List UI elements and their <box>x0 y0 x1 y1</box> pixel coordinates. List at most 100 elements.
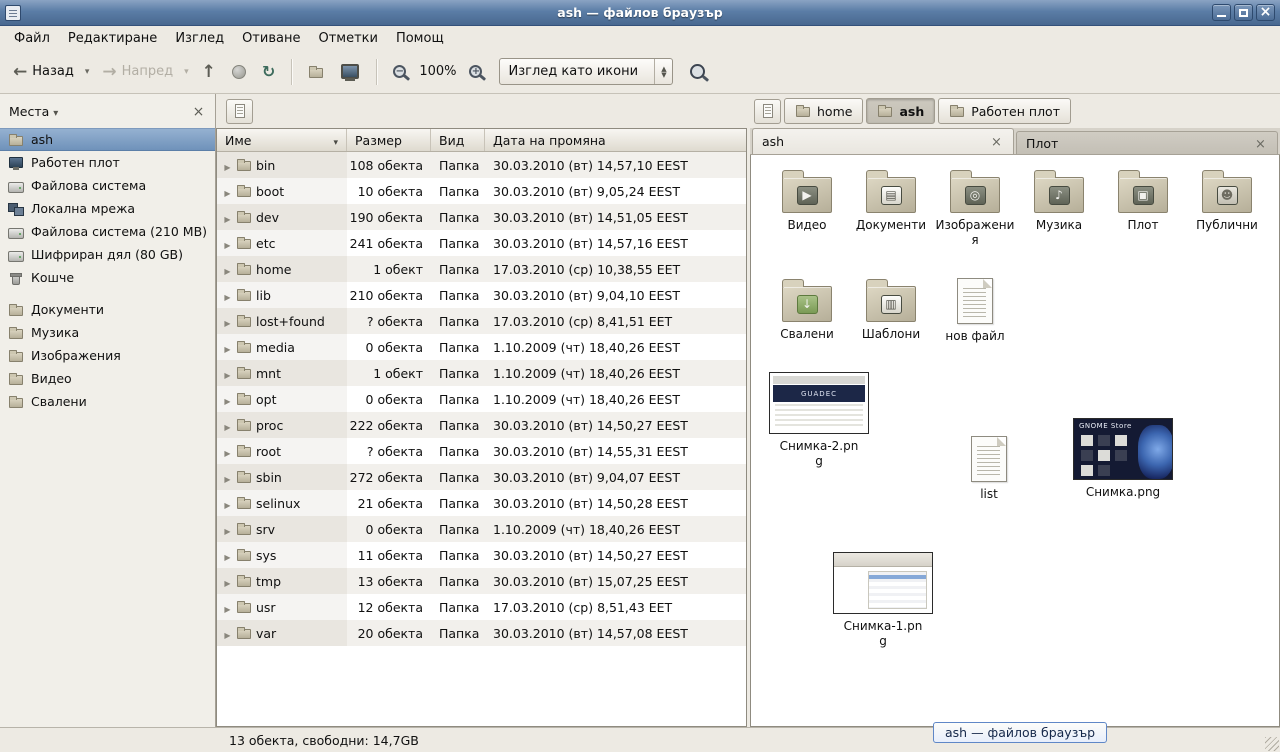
icon-view-item[interactable]: Шаблони <box>849 276 933 342</box>
sidebar-item[interactable]: Музика <box>0 321 215 344</box>
expander-icon[interactable] <box>223 392 232 407</box>
sidebar-item[interactable]: Файлова система <box>0 174 215 197</box>
table-row[interactable]: usr 12 обекта Папка 17.03.2010 (ср) 8,51… <box>217 594 746 620</box>
titlebar[interactable]: ash — файлов браузър <box>0 0 1280 26</box>
icon-view-item[interactable]: GUADEC Снимка-2.png <box>765 372 873 469</box>
icon-view-item[interactable]: Свалени <box>765 276 849 342</box>
table-row[interactable]: proc 222 обекта Папка 30.03.2010 (вт) 14… <box>217 412 746 438</box>
zoom-out-button[interactable]: − <box>386 60 413 83</box>
icon-view-item[interactable]: Музика <box>1017 167 1101 233</box>
view-mode-combobox[interactable]: Изглед като икони <box>499 58 673 85</box>
path-root-button[interactable] <box>754 99 781 124</box>
sidebar-item[interactable]: Файлова система (210 MB) <box>0 220 215 243</box>
column-header[interactable]: Име <box>217 129 347 151</box>
menu-item[interactable]: Файл <box>6 29 58 48</box>
icon-view-item[interactable]: Публични <box>1185 167 1269 233</box>
sidebar-item[interactable]: Свалени <box>0 390 215 413</box>
table-row[interactable]: var 20 обекта Папка 30.03.2010 (вт) 14,5… <box>217 620 746 646</box>
resize-grip[interactable] <box>1265 737 1279 751</box>
close-button[interactable] <box>1256 4 1275 21</box>
maximize-button[interactable] <box>1234 4 1253 21</box>
sidebar-item[interactable]: Изображения <box>0 344 215 367</box>
menu-item[interactable]: Изглед <box>167 29 232 48</box>
icon-view[interactable]: Видео Документи <box>750 155 1280 727</box>
path-button[interactable]: Работен плот <box>938 98 1071 124</box>
expander-icon[interactable] <box>223 184 232 199</box>
tab-close-icon[interactable] <box>989 134 1004 149</box>
column-header[interactable]: Дата на промяна <box>485 129 746 151</box>
table-row[interactable]: sys 11 обекта Папка 30.03.2010 (вт) 14,5… <box>217 542 746 568</box>
search-button[interactable] <box>683 59 712 84</box>
tab[interactable]: Плот <box>1016 131 1278 154</box>
expander-icon[interactable] <box>223 262 232 277</box>
path-button[interactable]: home <box>784 98 863 124</box>
table-row[interactable]: lost+found ? обекта Папка 17.03.2010 (ср… <box>217 308 746 334</box>
table-row[interactable]: mnt 1 обект Папка 1.10.2009 (чт) 18,40,2… <box>217 360 746 386</box>
table-row[interactable]: boot 10 обекта Папка 30.03.2010 (вт) 9,0… <box>217 178 746 204</box>
icon-view-item[interactable]: Видео <box>765 167 849 233</box>
back-history-dropdown[interactable] <box>81 62 94 82</box>
table-row[interactable]: dev 190 обекта Папка 30.03.2010 (вт) 14,… <box>217 204 746 230</box>
icon-view-item[interactable]: GNOME Store Снимка.png <box>1069 418 1177 500</box>
expander-icon[interactable] <box>223 470 232 485</box>
expander-icon[interactable] <box>223 314 232 329</box>
icon-view-item[interactable]: Снимка-1.png <box>829 552 937 649</box>
expander-icon[interactable] <box>223 288 232 303</box>
minimize-button[interactable] <box>1212 4 1231 21</box>
table-row[interactable]: home 1 обект Папка 17.03.2010 (ср) 10,38… <box>217 256 746 282</box>
expander-icon[interactable] <box>223 522 232 537</box>
reload-button[interactable] <box>255 57 282 86</box>
zoom-in-button[interactable]: + <box>462 60 489 83</box>
expander-icon[interactable] <box>223 496 232 511</box>
menu-item[interactable]: Отиване <box>234 29 308 48</box>
table-row[interactable]: opt 0 обекта Папка 1.10.2009 (чт) 18,40,… <box>217 386 746 412</box>
sidebar-item[interactable]: Шифриран дял (80 GB) <box>0 243 215 266</box>
expander-icon[interactable] <box>223 548 232 563</box>
icon-view-item[interactable]: Изображения <box>933 167 1017 248</box>
table-row[interactable]: sbin 272 обекта Папка 30.03.2010 (вт) 9,… <box>217 464 746 490</box>
taskbar-window-button[interactable]: ash — файлов браузър <box>933 722 1107 743</box>
sidebar-item[interactable]: Работен плот <box>0 151 215 174</box>
sidebar-title[interactable]: Места <box>9 104 49 119</box>
sidebar-item[interactable]: Видео <box>0 367 215 390</box>
forward-history-dropdown[interactable] <box>180 62 193 82</box>
home-folder-button[interactable] <box>301 59 331 85</box>
sidebar-item[interactable]: Кошче <box>0 266 215 289</box>
expander-icon[interactable] <box>223 158 232 173</box>
icon-view-item[interactable]: нов файл <box>933 276 1017 344</box>
expander-icon[interactable] <box>223 210 232 225</box>
expander-icon[interactable] <box>223 236 232 251</box>
expander-icon[interactable] <box>223 366 232 381</box>
sidebar-close-icon[interactable] <box>191 104 206 119</box>
menu-item[interactable]: Отметки <box>310 29 385 48</box>
table-row[interactable]: selinux 21 обекта Папка 30.03.2010 (вт) … <box>217 490 746 516</box>
path-button[interactable]: ash <box>866 98 935 124</box>
up-button[interactable] <box>195 60 223 84</box>
expander-icon[interactable] <box>223 418 232 433</box>
tab[interactable]: ash <box>752 128 1014 154</box>
expander-icon[interactable] <box>223 444 232 459</box>
table-row[interactable]: etc 241 обекта Папка 30.03.2010 (вт) 14,… <box>217 230 746 256</box>
stop-button[interactable] <box>225 60 253 84</box>
column-header[interactable]: Размер <box>347 129 431 151</box>
expander-icon[interactable] <box>223 574 232 589</box>
icon-view-item[interactable]: list <box>959 434 1019 502</box>
computer-button[interactable] <box>333 58 367 86</box>
expander-icon[interactable] <box>223 600 232 615</box>
table-row[interactable]: srv 0 обекта Папка 1.10.2009 (чт) 18,40,… <box>217 516 746 542</box>
chevron-down-icon[interactable] <box>53 104 58 119</box>
table-row[interactable]: lib 210 обекта Папка 30.03.2010 (вт) 9,0… <box>217 282 746 308</box>
location-root-button[interactable] <box>226 99 253 124</box>
tab-close-icon[interactable] <box>1253 136 1268 151</box>
table-row[interactable]: bin 108 обекта Папка 30.03.2010 (вт) 14,… <box>217 152 746 178</box>
menu-item[interactable]: Помощ <box>388 29 452 48</box>
sidebar-item[interactable] <box>0 289 215 298</box>
expander-icon[interactable] <box>223 626 232 641</box>
table-row[interactable]: media 0 обекта Папка 1.10.2009 (чт) 18,4… <box>217 334 746 360</box>
sidebar-item[interactable]: Документи <box>0 298 215 321</box>
back-button[interactable]: Назад <box>6 59 81 84</box>
icon-view-item[interactable]: Документи <box>849 167 933 233</box>
table-row[interactable]: tmp 13 обекта Папка 30.03.2010 (вт) 15,0… <box>217 568 746 594</box>
sidebar-item[interactable]: ash <box>0 128 215 151</box>
forward-button[interactable]: Напред <box>95 59 180 84</box>
